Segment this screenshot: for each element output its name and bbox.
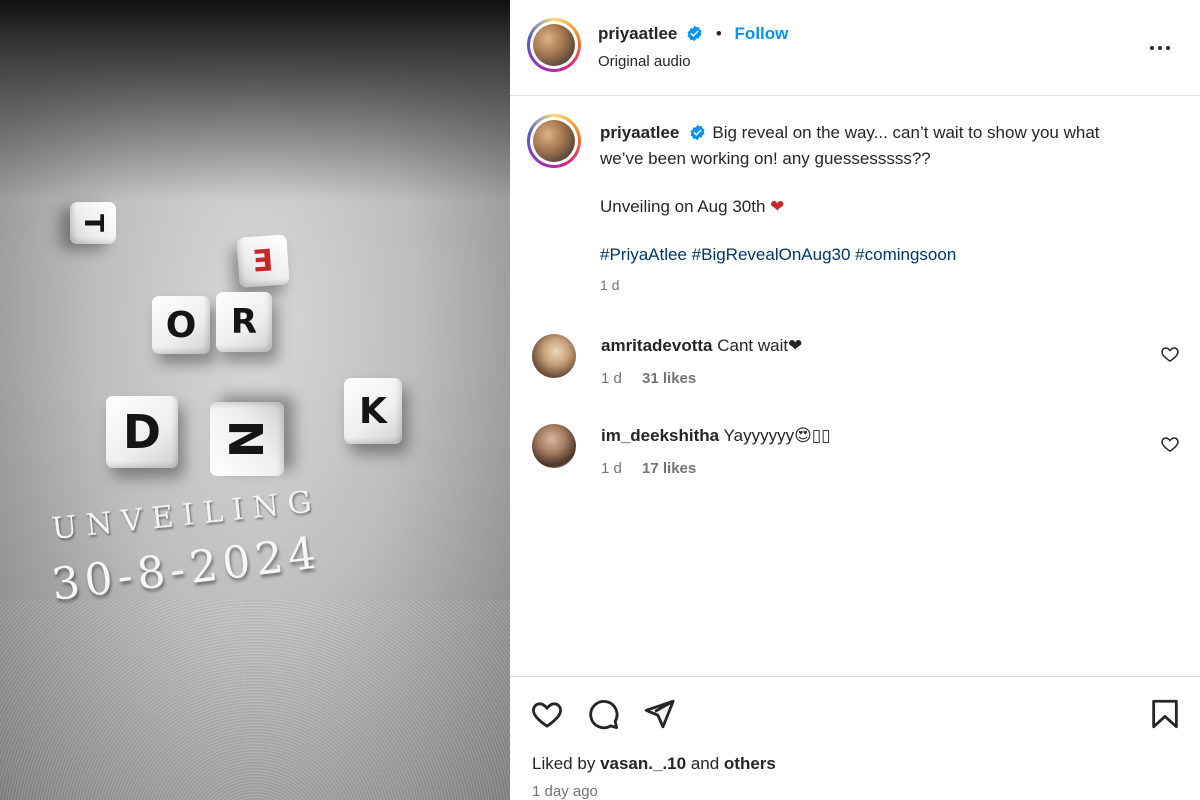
comment-like-heart-icon[interactable]	[1160, 434, 1180, 454]
more-options-icon[interactable]	[1148, 36, 1172, 60]
comment-time[interactable]: 1 d	[601, 460, 622, 477]
post-actions: Liked by vasan._.10 and others 1 day ago	[510, 676, 1200, 800]
post-timestamp[interactable]: 1 day ago	[532, 783, 598, 800]
comment-item: im_deekshitha Yayyyyyy😍▯▯ 1 d 17 likes	[532, 424, 1180, 480]
liked-by-and: and	[690, 754, 720, 773]
caption-avatar[interactable]	[527, 114, 581, 168]
die-r: R	[216, 292, 272, 352]
follow-button[interactable]: Follow	[735, 24, 789, 43]
die-e: E	[236, 234, 290, 288]
post-media[interactable]: T E O R D N K UNVEILING 30-8-2024	[0, 0, 510, 800]
caption-username[interactable]: priyaatlee	[600, 123, 679, 142]
comment-like-heart-icon[interactable]	[1160, 344, 1180, 364]
like-heart-icon[interactable]	[530, 697, 564, 731]
commenter-avatar[interactable]	[532, 424, 576, 468]
liked-by-prefix: Liked by	[532, 754, 596, 773]
verified-badge-icon	[687, 25, 702, 42]
comment-username[interactable]: amritadevotta	[601, 336, 712, 355]
die-t: T	[70, 202, 116, 244]
post-caption: priyaatlee Big reveal on the way... can’…	[600, 120, 1170, 298]
caption-unveiling-text: Unveiling on Aug 30th	[600, 197, 766, 216]
caption-text-line1: Big reveal on the way... can’t wait to s…	[712, 123, 1100, 142]
die-n: N	[210, 402, 284, 476]
post-panel: priyaatlee • Follow Original audio priya…	[510, 0, 1200, 800]
liked-by-user[interactable]: vasan._.10	[600, 754, 686, 773]
caption-time[interactable]: 1 d	[600, 272, 1170, 298]
die-d: D	[106, 396, 178, 468]
comment-text: Yayyyyyy😍▯▯	[723, 426, 831, 445]
comment-bubble-icon[interactable]	[586, 697, 620, 731]
comment-likes[interactable]: 31 likes	[642, 370, 696, 387]
die-k: K	[344, 378, 402, 444]
comment-item: amritadevotta Cant wait❤ 1 d 31 likes	[532, 334, 1180, 390]
caption-text-line2: we’ve been working on! any guessesssss??	[600, 149, 931, 168]
comment-username[interactable]: im_deekshitha	[601, 426, 719, 445]
liked-by-line: Liked by vasan._.10 and others	[532, 754, 776, 774]
comment-time[interactable]: 1 d	[601, 370, 622, 387]
post-header: priyaatlee • Follow Original audio	[510, 0, 1200, 96]
liked-by-others[interactable]: others	[724, 754, 776, 773]
verified-badge-icon	[690, 124, 705, 141]
caption-hashtags[interactable]: #PriyaAtlee #BigRevealOnAug30 #comingsoo…	[600, 242, 1170, 268]
comment-likes[interactable]: 17 likes	[642, 460, 696, 477]
media-texture	[0, 600, 510, 800]
die-o: O	[152, 296, 210, 354]
header-user-line: priyaatlee • Follow	[598, 24, 788, 44]
comment-text: Cant wait❤	[717, 336, 803, 355]
commenter-avatar[interactable]	[532, 334, 576, 378]
author-avatar[interactable]	[527, 18, 581, 72]
heart-emoji: ❤	[770, 197, 785, 216]
original-audio-link[interactable]: Original audio	[598, 53, 691, 70]
header-separator: •	[715, 24, 722, 43]
bookmark-save-icon[interactable]	[1148, 697, 1182, 731]
share-send-icon[interactable]	[642, 697, 676, 731]
author-username[interactable]: priyaatlee	[598, 24, 677, 43]
media-top-shade	[0, 0, 510, 200]
